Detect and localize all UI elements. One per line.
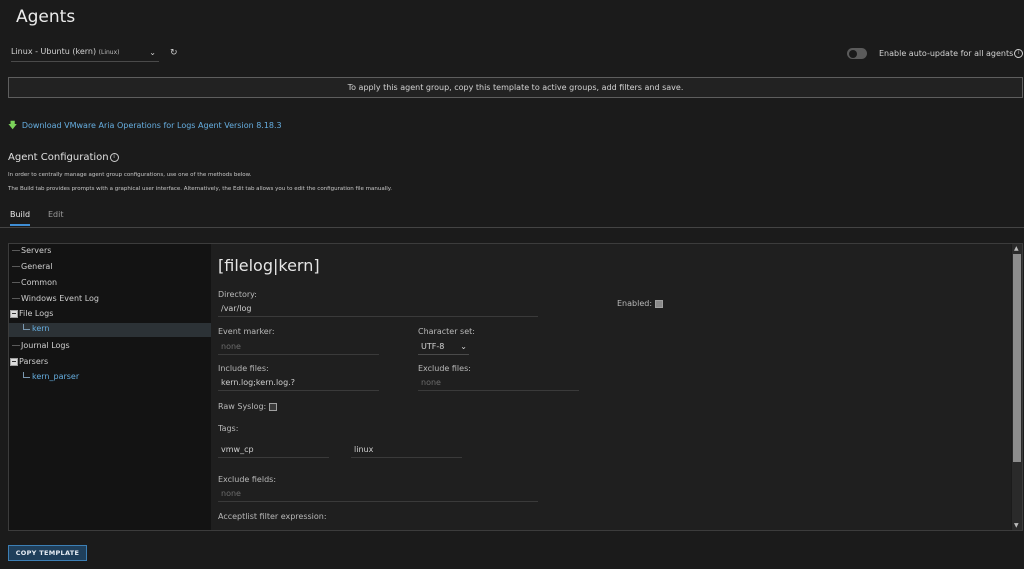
download-row: 🡇 Download VMware Aria Operations for Lo…: [8, 118, 282, 134]
exclude-files-label: Exclude files:: [418, 364, 471, 373]
tree-branch: [12, 282, 20, 283]
tree-item-label: Journal Logs: [21, 341, 70, 350]
tree-item-kern[interactable]: kern: [23, 324, 50, 333]
tree-item-label: File Logs: [19, 309, 54, 318]
download-agent-link[interactable]: Download VMware Aria Operations for Logs…: [22, 121, 282, 130]
tree-item-general[interactable]: General: [12, 262, 53, 271]
chevron-down-icon: ⌄: [460, 342, 467, 351]
exclude-files-input[interactable]: none: [418, 378, 579, 391]
tree-item-file-logs[interactable]: File Logs: [10, 309, 53, 318]
tree-branch: [12, 250, 20, 251]
refresh-icon[interactable]: ↻: [170, 48, 178, 58]
tree-branch: [23, 324, 30, 330]
event-marker-input[interactable]: none: [218, 342, 379, 355]
tree-item-label: Common: [21, 278, 58, 287]
tree-item-label: Servers: [21, 246, 52, 255]
copy-template-button[interactable]: COPY TEMPLATE: [8, 545, 87, 561]
collapse-icon[interactable]: [10, 309, 18, 318]
tab-edit[interactable]: Edit: [48, 210, 64, 219]
filelog-form: [filelog|kern] Directory: /var/log Enabl…: [211, 244, 1011, 530]
form-title: [filelog|kern]: [218, 256, 320, 275]
form-scrollbar[interactable]: ▲ ▼: [1012, 244, 1022, 530]
charset-select[interactable]: UTF-8 ⌄: [418, 342, 469, 355]
toggle-knob: [849, 49, 857, 58]
tags-label: Tags:: [218, 424, 239, 433]
auto-update-label-text: Enable auto-update for all agents: [879, 49, 1014, 58]
scroll-up-icon[interactable]: ▲: [1014, 245, 1019, 252]
raw-syslog-label: Raw Syslog:: [218, 402, 278, 411]
config-tree: Servers General Common Windows Event Log…: [9, 244, 212, 530]
tree-item-label: kern_parser: [32, 372, 80, 381]
info-icon[interactable]: i: [1014, 49, 1024, 58]
agent-configuration-title-text: Agent Configuration: [8, 152, 109, 163]
agent-group-os-label: (Linux): [98, 49, 120, 56]
tree-item-windows-event-log[interactable]: Windows Event Log: [12, 294, 99, 303]
auto-update-label: Enable auto-update for all agents i: [879, 49, 1024, 58]
scrollbar-thumb[interactable]: [1013, 254, 1021, 462]
build-panel: Servers General Common Windows Event Log…: [8, 243, 1023, 531]
auto-update-toggle[interactable]: [847, 48, 867, 59]
tree-item-journal-logs[interactable]: Journal Logs: [12, 341, 70, 350]
enabled-checkbox[interactable]: [655, 299, 664, 308]
enabled-label: Enabled:: [617, 299, 664, 308]
tree-item-label: Windows Event Log: [21, 294, 100, 303]
enabled-label-text: Enabled:: [617, 299, 653, 308]
tree-item-label: Parsers: [19, 357, 49, 366]
agent-configuration-title: Agent Configuration i: [8, 152, 119, 163]
agent-group-select-value: Linux - Ubuntu (kern): [11, 47, 97, 56]
config-tabs: Build Edit: [0, 206, 1024, 228]
directory-label: Directory:: [218, 290, 257, 299]
download-arrow-icon: 🡇: [8, 121, 18, 131]
tab-build[interactable]: Build: [10, 210, 31, 226]
charset-label: Character set:: [418, 327, 475, 336]
tree-branch: [12, 298, 20, 299]
info-banner: To apply this agent group, copy this tem…: [8, 77, 1023, 98]
tag-value-input[interactable]: linux: [351, 445, 462, 458]
event-marker-label: Event marker:: [218, 327, 275, 336]
raw-syslog-checkbox[interactable]: [269, 402, 278, 411]
info-banner-text: To apply this agent group, copy this tem…: [347, 83, 684, 92]
tree-item-common[interactable]: Common: [12, 278, 57, 287]
tree-item-servers[interactable]: Servers: [12, 246, 51, 255]
include-files-input[interactable]: kern.log;kern.log.?: [218, 378, 379, 391]
acceptlist-label: Acceptlist filter expression:: [218, 512, 327, 521]
tree-item-label: kern: [32, 324, 50, 333]
directory-input[interactable]: /var/log: [218, 304, 538, 317]
collapse-icon[interactable]: [10, 357, 18, 366]
tag-key-input[interactable]: vmw_cp: [218, 445, 329, 458]
info-icon[interactable]: i: [109, 152, 119, 162]
agent-configuration-desc-1: In order to centrally manage agent group…: [8, 172, 252, 178]
page-title: Agents: [16, 7, 76, 27]
tree-branch: [23, 372, 30, 378]
include-files-label: Include files:: [218, 364, 269, 373]
tree-item-label: General: [21, 262, 53, 271]
chevron-down-icon: ⌄: [149, 48, 156, 57]
charset-select-value: UTF-8: [421, 342, 445, 351]
tree-item-parsers[interactable]: Parsers: [10, 357, 48, 366]
tree-branch: [12, 345, 20, 346]
scroll-down-icon[interactable]: ▼: [1014, 522, 1019, 529]
exclude-fields-input[interactable]: none: [218, 489, 538, 502]
tree-branch: [12, 266, 20, 267]
raw-syslog-label-text: Raw Syslog:: [218, 402, 267, 411]
agent-group-select[interactable]: Linux - Ubuntu (kern) (Linux) ⌄: [11, 47, 159, 62]
exclude-fields-label: Exclude fields:: [218, 475, 277, 484]
agent-configuration-desc-2: The Build tab provides prompts with a gr…: [8, 186, 392, 192]
tree-item-kern-parser[interactable]: kern_parser: [23, 372, 79, 381]
